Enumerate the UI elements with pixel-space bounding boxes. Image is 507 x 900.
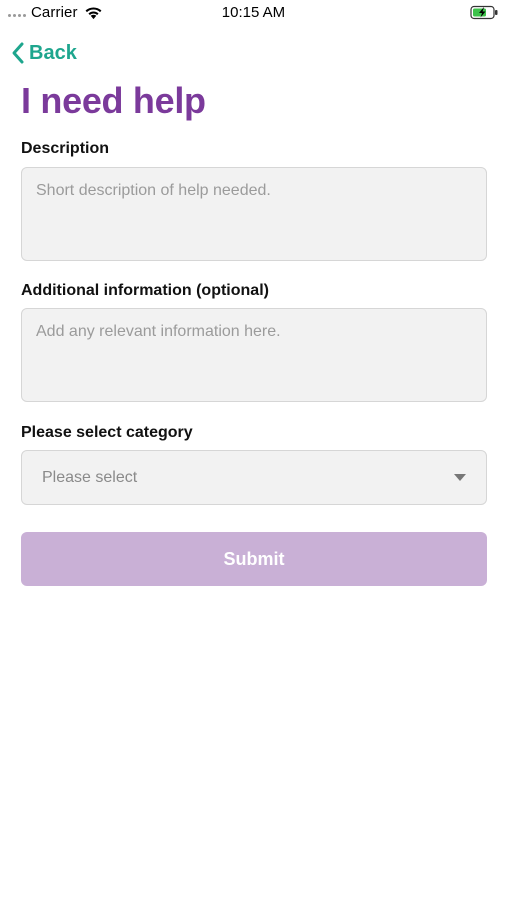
category-select[interactable]: Please select: [21, 450, 487, 505]
description-field[interactable]: Short description of help needed.: [21, 167, 487, 261]
status-bar: Carrier 10:15 AM: [0, 0, 507, 26]
back-button[interactable]: Back: [11, 38, 77, 68]
status-time: 10:15 AM: [221, 4, 286, 21]
additional-info-placeholder: Add any relevant information here.: [36, 323, 281, 340]
battery-charging-icon: [470, 5, 498, 20]
description-label: Description: [21, 140, 110, 157]
additional-info-label: Additional information (optional): [21, 282, 269, 299]
chevron-down-icon: [454, 474, 466, 481]
chevron-left-icon: [12, 42, 24, 64]
help-request-screen: Carrier 10:15 AM Back I need help Descri…: [0, 0, 507, 900]
category-label: Please select category: [21, 424, 193, 441]
submit-label: Submit: [223, 548, 285, 569]
category-selected-value: Please select: [42, 468, 138, 486]
submit-button[interactable]: Submit: [21, 532, 487, 586]
back-label: Back: [29, 41, 77, 64]
page-title: I need help: [21, 80, 206, 121]
description-placeholder: Short description of help needed.: [36, 182, 271, 199]
additional-info-field[interactable]: Add any relevant information here.: [21, 308, 487, 402]
